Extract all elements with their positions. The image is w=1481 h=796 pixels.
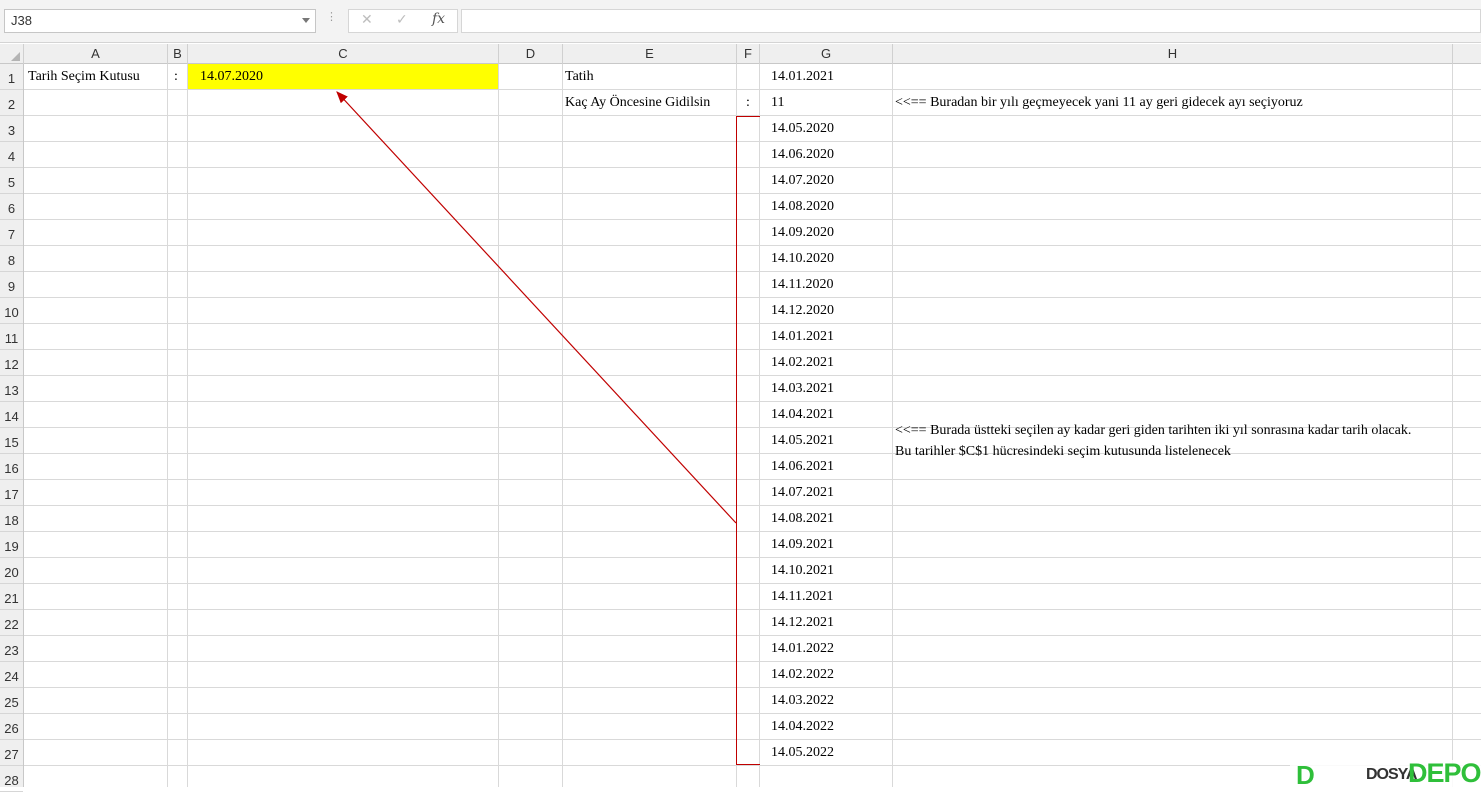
row-header-column: 1 2 3 4 5 6 7 8 9 10 11 12 13 14 15 16 17 18 19 20 21 22 23 24 2…	[0, 64, 24, 792]
row-header-11[interactable]: 11	[0, 324, 23, 350]
row-header-4[interactable]: 4	[0, 142, 23, 168]
column-header-c[interactable]: C	[188, 44, 499, 64]
row-header-13[interactable]: 13	[0, 376, 23, 402]
formula-buttons: ✕ ✓ fx	[348, 9, 458, 33]
row-header-8[interactable]: 8	[0, 246, 23, 272]
row-header-27[interactable]: 27	[0, 740, 23, 766]
insert-function-icon[interactable]: fx	[432, 11, 445, 27]
row-header-23[interactable]: 23	[0, 636, 23, 662]
row-header-22[interactable]: 22	[0, 610, 23, 636]
row-header-12[interactable]: 12	[0, 350, 23, 376]
column-header-d[interactable]: D	[499, 44, 563, 64]
row-header-28[interactable]: 28	[0, 766, 23, 792]
row-header-6[interactable]: 6	[0, 194, 23, 220]
column-header-row: A B C D E F G H	[0, 44, 1481, 64]
row-header-19[interactable]: 19	[0, 532, 23, 558]
row-header-21[interactable]: 21	[0, 584, 23, 610]
logo-text-depo: DEPO	[1408, 758, 1481, 788]
name-box[interactable]: J38	[4, 9, 316, 33]
column-header-a[interactable]: A	[24, 44, 168, 64]
watermark-logo: D DOSYA DEPO	[1290, 758, 1481, 790]
row-header-18[interactable]: 18	[0, 506, 23, 532]
row-header-17[interactable]: 17	[0, 480, 23, 506]
row-header-2[interactable]: 2	[0, 90, 23, 116]
row-header-7[interactable]: 7	[0, 220, 23, 246]
more-options-icon: ⋮	[326, 10, 337, 23]
row-header-16[interactable]: 16	[0, 454, 23, 480]
row-header-1[interactable]: 1	[0, 64, 23, 90]
row-header-20[interactable]: 20	[0, 558, 23, 584]
column-header-e[interactable]: E	[563, 44, 737, 64]
annotation-arrow	[336, 91, 737, 524]
row-header-24[interactable]: 24	[0, 662, 23, 688]
row-header-3[interactable]: 3	[0, 116, 23, 142]
row-header-9[interactable]: 9	[0, 272, 23, 298]
row-header-5[interactable]: 5	[0, 168, 23, 194]
formula-bar: J38 ⋮ ✕ ✓ fx	[0, 0, 1481, 43]
logo-mark-d: D	[1296, 760, 1315, 790]
column-header-b[interactable]: B	[168, 44, 188, 64]
cancel-icon[interactable]: ✕	[361, 12, 373, 28]
select-all-button[interactable]	[0, 44, 24, 64]
formula-input[interactable]	[461, 9, 1481, 33]
column-header-f[interactable]: F	[737, 44, 760, 64]
name-box-value: J38	[11, 13, 32, 28]
row-header-15[interactable]: 15	[0, 428, 23, 454]
row-header-25[interactable]: 25	[0, 688, 23, 714]
column-header-g[interactable]: G	[760, 44, 893, 64]
enter-icon[interactable]: ✓	[396, 12, 408, 28]
row-header-26[interactable]: 26	[0, 714, 23, 740]
row-header-10[interactable]: 10	[0, 298, 23, 324]
chevron-down-icon[interactable]	[302, 18, 310, 23]
column-header-h[interactable]: H	[893, 44, 1453, 64]
select-all-icon	[11, 52, 20, 61]
worksheet-grid[interactable]: Tarih Seçim Kutusu : 14.07.2020 Tatih 14…	[24, 64, 1481, 787]
row-header-14[interactable]: 14	[0, 402, 23, 428]
